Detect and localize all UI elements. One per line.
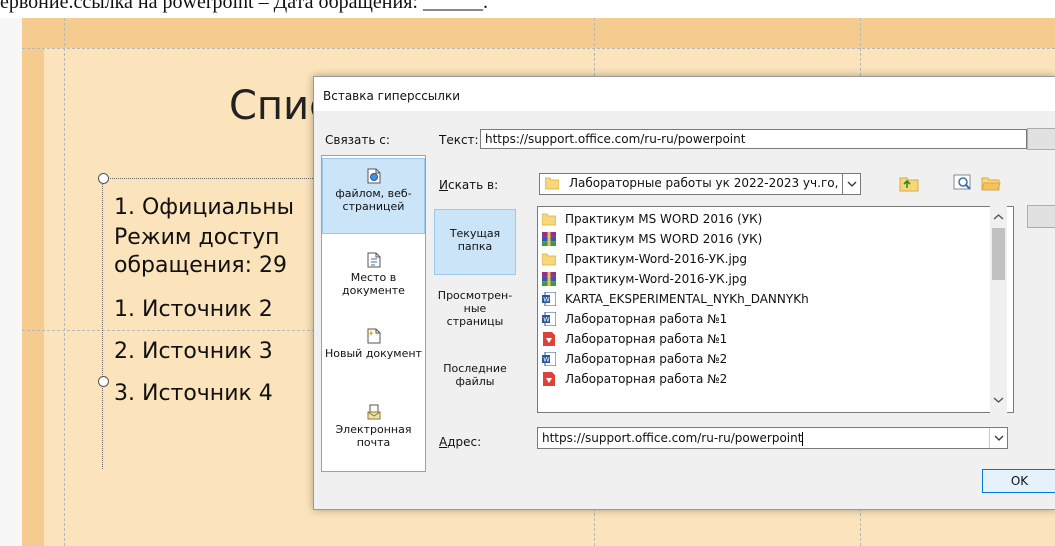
link-to-label: Связать с: (325, 133, 390, 147)
pdf-icon (543, 371, 555, 386)
file-list-item[interactable]: Практикум-Word-2016-УК.jpg (542, 249, 747, 269)
link-to-new-document[interactable]: Новый документ (322, 324, 425, 384)
text-label: Текст: (439, 133, 479, 147)
ok-button[interactable]: OK (982, 469, 1055, 493)
file-name: KARTA_EKSPERIMENTAL_NYKh_DANNYKh (565, 292, 809, 306)
rar-icon (542, 271, 556, 286)
word-icon: W (542, 291, 556, 306)
address-input[interactable]: https://support.office.com/ru-ru/powerpo… (537, 427, 1008, 449)
look-in-dropdown-button[interactable] (842, 174, 860, 194)
folder-nav: Текущая папка Просмотрен-ные страницы По… (434, 206, 536, 416)
resize-handle[interactable] (98, 376, 109, 387)
document-text-line: ервоние.ссылка на powerpoint – Дата обра… (0, 0, 1055, 18)
link-to-label-text: Новый документ (325, 347, 422, 360)
file-name: Лабораторная работа №2 (565, 352, 728, 366)
file-name: Практикум MS WORD 2016 (УК) (565, 232, 763, 246)
guide-vertical (64, 18, 65, 546)
link-to-bar: файлом, веб-страницей Место в документе … (321, 155, 426, 472)
link-to-label-text: Электронная почта (335, 423, 412, 449)
slide-left-band (22, 18, 44, 546)
word-icon: W (542, 351, 556, 366)
folder-icon (542, 253, 556, 265)
open-folder-icon (981, 177, 1001, 191)
slide-top-band (22, 18, 1055, 48)
file-list-item[interactable]: Лабораторная работа №1 (542, 329, 727, 349)
new-document-icon (367, 328, 380, 344)
scroll-up-icon[interactable] (990, 210, 1007, 224)
dialog-titlebar[interactable]: Вставка гиперссылки (314, 77, 1055, 111)
file-list-item[interactable]: Практикум MS WORD 2016 (УК) (542, 229, 762, 249)
chevron-down-icon (994, 435, 1003, 441)
insert-hyperlink-dialog: Вставка гиперссылки Связать с: Текст: ht… (313, 76, 1055, 510)
file-name: Практикум-Word-2016-УК.jpg (565, 252, 748, 266)
link-to-file-web-page[interactable]: файлом, веб-страницей (322, 158, 425, 234)
screentip-button[interactable] (1027, 128, 1055, 150)
dialog-title: Вставка гиперссылки (323, 89, 460, 103)
file-list-item[interactable]: Практикум MS WORD 2016 (УК) (542, 209, 762, 229)
scroll-thumb[interactable] (992, 228, 1005, 280)
address-label: Адрес: (439, 435, 482, 449)
browse-web-icon (953, 174, 971, 190)
look-in-label: Искать в: (439, 178, 499, 192)
email-icon (367, 404, 380, 420)
slide-text-line: Режим доступ (114, 225, 280, 250)
address-dropdown-button[interactable] (989, 428, 1007, 448)
scroll-down-icon[interactable] (990, 393, 1007, 407)
slide-list-item: 1. Источник 2 (114, 297, 273, 322)
place-in-document-icon (367, 252, 380, 268)
link-to-place-in-document[interactable]: Место в документе (322, 248, 425, 308)
slide-text-line: обращения: 29 (114, 253, 288, 278)
folder-icon (545, 177, 559, 189)
up-one-folder-button[interactable] (894, 170, 924, 196)
link-to-label-text: Место в документе (342, 271, 405, 297)
file-list-item[interactable]: W KARTA_EKSPERIMENTAL_NYKh_DANNYKh (542, 289, 809, 309)
text-to-display-input[interactable]: https://support.office.com/ru-ru/powerpo… (480, 129, 1027, 149)
resize-handle[interactable] (98, 173, 109, 184)
guide-horizontal (22, 48, 1055, 49)
folder-up-icon (899, 177, 919, 192)
nav-recent-files[interactable]: Последние файлы (434, 352, 516, 410)
link-to-label-text: файлом, веб-страницей (335, 187, 412, 213)
rar-icon (542, 231, 556, 246)
slide-list-item: 3. Источник 4 (114, 381, 273, 406)
nav-current-folder[interactable]: Текущая папка (434, 209, 516, 275)
look-in-value: Лабораторные работы ук 2022-2023 уч.го, (569, 176, 839, 190)
file-list-item[interactable]: Практикум-Word-2016-УК.jpg (542, 269, 747, 289)
svg-text:W: W (543, 355, 550, 363)
file-name: Практикум MS WORD 2016 (УК) (565, 212, 763, 226)
pdf-icon (543, 331, 555, 346)
link-to-email[interactable]: Электронная почта (322, 400, 425, 462)
browse-web-button[interactable] (950, 170, 976, 196)
text-caret (802, 431, 804, 446)
file-web-icon (367, 168, 380, 184)
file-list-item[interactable]: W Лабораторная работа №2 (542, 349, 727, 369)
file-name: Практикум-Word-2016-УК.jpg (565, 272, 748, 286)
file-name: Лабораторная работа №2 (565, 372, 728, 386)
chevron-down-icon (847, 181, 856, 187)
file-list-scrollbar[interactable] (990, 206, 1007, 413)
svg-text:W: W (543, 315, 550, 323)
folder-icon (542, 213, 556, 225)
document-text: ервоние.ссылка на powerpoint – Дата обра… (0, 0, 488, 13)
slide-list-item: 2. Источник 3 (114, 339, 273, 364)
file-name: Лабораторная работа №1 (565, 332, 728, 346)
look-in-select[interactable]: Лабораторные работы ук 2022-2023 уч.го, (539, 173, 861, 195)
browse-file-button[interactable] (978, 170, 1004, 196)
svg-text:W: W (543, 295, 550, 303)
word-icon: W (542, 311, 556, 326)
nav-browsed-pages[interactable]: Просмотрен-ные страницы (434, 283, 516, 341)
file-list-item[interactable]: Лабораторная работа №2 (542, 369, 727, 389)
address-value: https://support.office.com/ru-ru/powerpo… (542, 431, 803, 445)
bookmark-button[interactable] (1027, 205, 1055, 228)
file-list: Практикум MS WORD 2016 (УК) Практикум MS… (537, 206, 1014, 413)
slide-text-line: 1. Официальны (114, 195, 294, 220)
file-list-item[interactable]: W Лабораторная работа №1 (542, 309, 727, 329)
file-name: Лабораторная работа №1 (565, 312, 728, 326)
